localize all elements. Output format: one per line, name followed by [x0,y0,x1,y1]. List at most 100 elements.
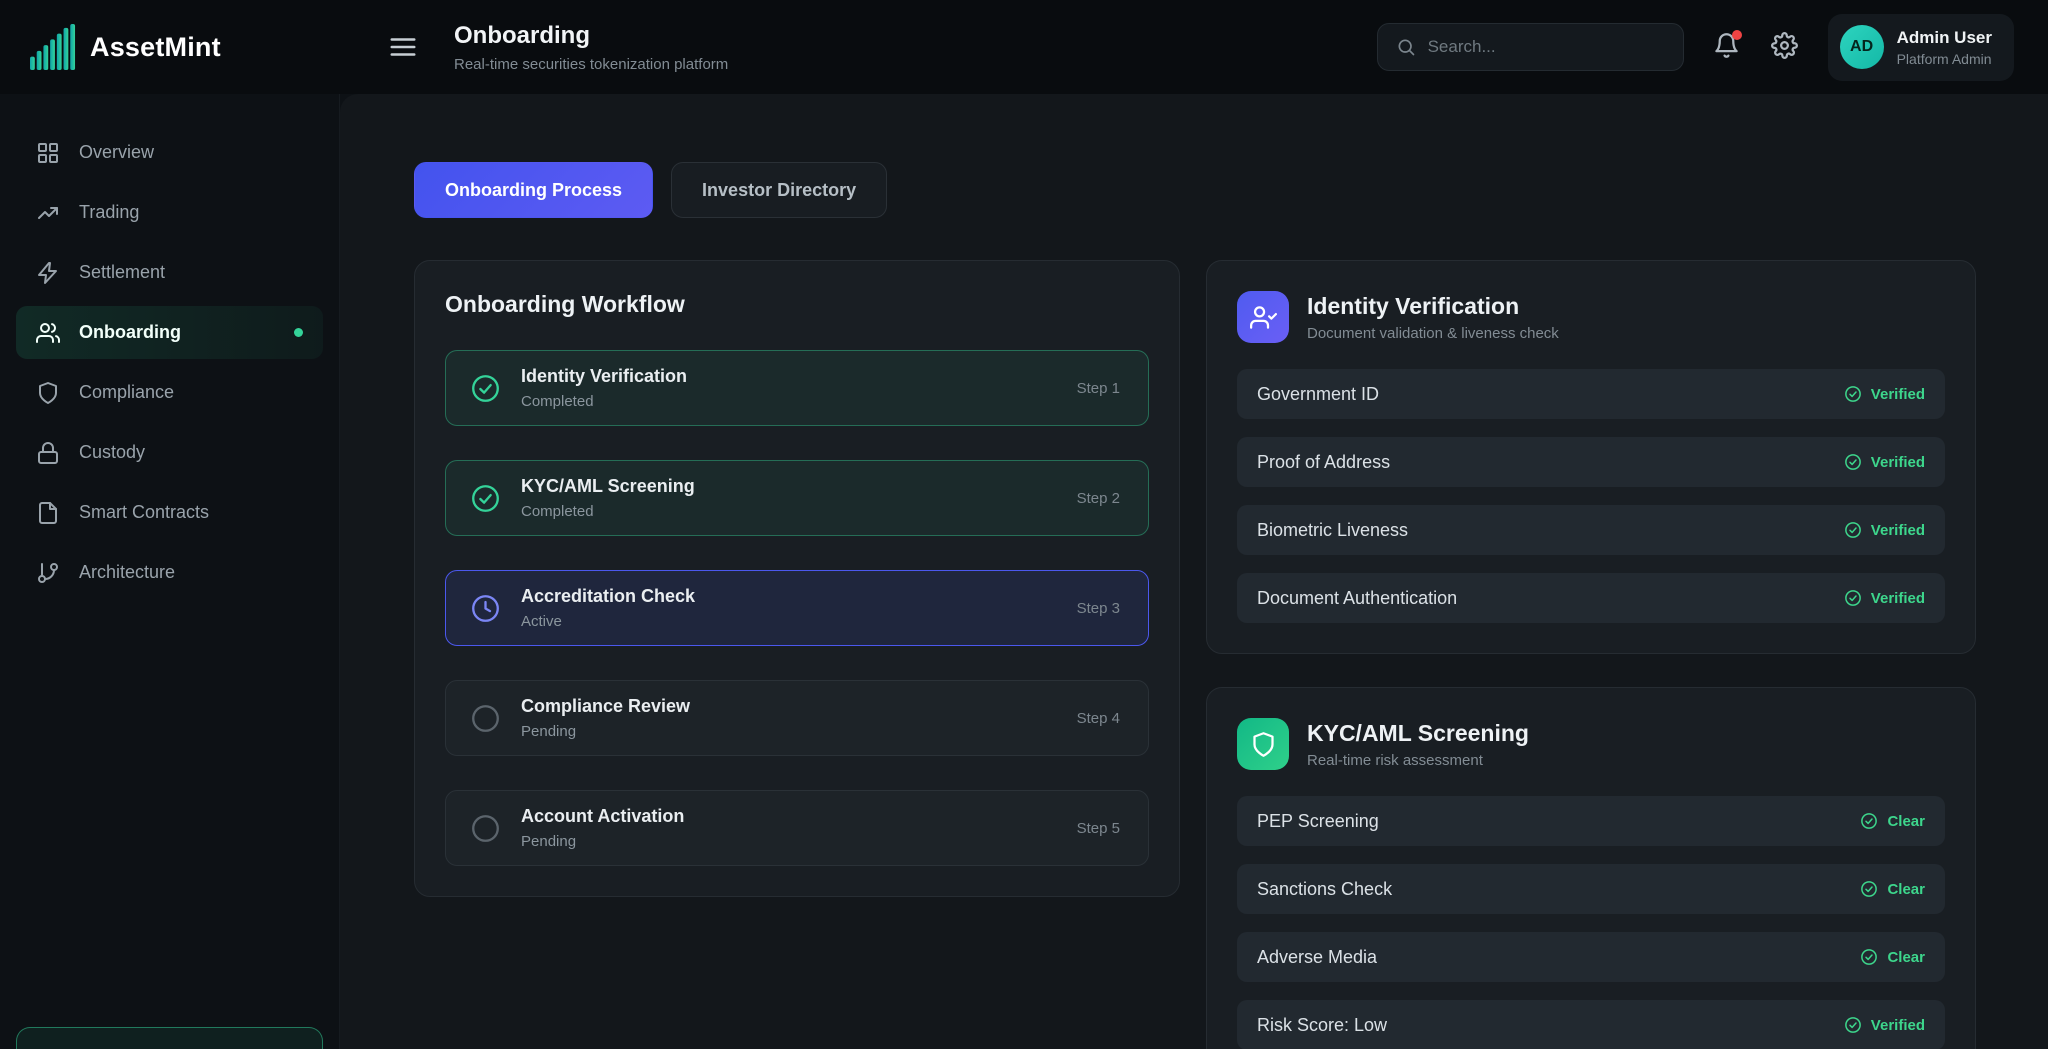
status-text: Clear [1887,813,1925,830]
sidebar-item-smart-contracts[interactable]: Smart Contracts [16,486,323,539]
notification-badge [1732,30,1742,40]
status-badge: Clear [1860,880,1925,898]
step-number: Step 3 [1077,600,1120,617]
step-number: Step 4 [1077,710,1120,727]
check-circle-icon [1844,521,1862,539]
step-texts: Identity Verification Completed [521,366,687,410]
verification-row-proof-of-address: Proof of Address Verified [1237,437,1945,487]
sidebar-item-label: Smart Contracts [79,502,209,523]
tab-investor-directory[interactable]: Investor Directory [671,162,887,218]
step-number: Step 5 [1077,820,1120,837]
step-status: Completed [521,393,687,410]
card-header-texts: KYC/AML Screening Real-time risk assessm… [1307,720,1529,769]
card-title: KYC/AML Screening [1307,720,1529,747]
sidebar-status-card [16,1027,323,1049]
user-check-icon [1237,291,1289,343]
step-texts: KYC/AML Screening Completed [521,476,695,520]
check-circle-icon [1844,385,1862,403]
brand: AssetMint [0,0,340,94]
check-circle-icon [1844,453,1862,471]
sidebar-item-onboarding[interactable]: Onboarding [16,306,323,359]
avatar: AD [1840,25,1884,69]
card-title: Identity Verification [1307,293,1559,320]
status-badge: Verified [1844,589,1925,607]
workflow-step-account-activation[interactable]: Account Activation Pending Step 5 [445,790,1149,866]
step-title: Identity Verification [521,366,687,387]
workflow-step-compliance-review[interactable]: Compliance Review Pending Step 4 [445,680,1149,756]
step-title: Account Activation [521,806,684,827]
card-header: KYC/AML Screening Real-time risk assessm… [1237,718,1945,770]
search-input[interactable] [1428,37,1665,57]
sidebar-item-architecture[interactable]: Architecture [16,546,323,599]
sidebar-item-trading[interactable]: Trading [16,186,323,239]
sidebar-item-overview[interactable]: Overview [16,126,323,179]
settings-button[interactable] [1770,32,1800,62]
sidebar-item-label: Compliance [79,382,174,403]
check-circle-icon [1844,589,1862,607]
verification-row-document-authentication: Document Authentication Verified [1237,573,1945,623]
sidebar-item-settlement[interactable]: Settlement [16,246,323,299]
screening-row-risk-score: Risk Score: Low Verified [1237,1000,1945,1049]
clock-icon [470,593,501,624]
user-name: Admin User [1897,28,1992,48]
status-text: Verified [1871,590,1925,607]
user-info: Admin User Platform Admin [1897,28,1992,67]
identity-verification-card: Identity Verification Document validatio… [1206,260,1976,654]
check-circle-icon [470,483,501,514]
check-circle-icon [1860,880,1878,898]
topbar-actions: AD Admin User Platform Admin [1377,14,2014,81]
screening-row-sanctions-check: Sanctions Check Clear [1237,864,1945,914]
row-label: Government ID [1257,384,1379,405]
notifications-button[interactable] [1712,32,1742,62]
workflow-step-kyc-aml-screening[interactable]: KYC/AML Screening Completed Step 2 [445,460,1149,536]
status-badge: Verified [1844,521,1925,539]
screening-row-adverse-media: Adverse Media Clear [1237,932,1945,982]
workflow-title: Onboarding Workflow [445,291,1149,318]
kyc-aml-screening-card: KYC/AML Screening Real-time risk assessm… [1206,687,1976,1049]
onboarding-workflow-card: Onboarding Workflow Identity Verificatio… [414,260,1180,897]
sidebar-item-compliance[interactable]: Compliance [16,366,323,419]
step-title: KYC/AML Screening [521,476,695,497]
assetmint-logo-icon [30,24,76,70]
right-column: Identity Verification Document validatio… [1206,260,1976,1049]
status-text: Verified [1871,454,1925,471]
status-badge: Verified [1844,385,1925,403]
tab-onboarding-process[interactable]: Onboarding Process [414,162,653,218]
row-label: Sanctions Check [1257,879,1392,900]
sidebar-item-label: Onboarding [79,322,181,343]
check-circle-icon [1844,1016,1862,1034]
workflow-step-identity-verification[interactable]: Identity Verification Completed Step 1 [445,350,1149,426]
step-number: Step 2 [1077,490,1120,507]
step-status: Pending [521,723,690,740]
step-texts: Compliance Review Pending [521,696,690,740]
content-columns: Onboarding Workflow Identity Verificatio… [414,260,1976,1049]
sidebar-item-label: Architecture [79,562,175,583]
workflow-step-accreditation-check[interactable]: Accreditation Check Active Step 3 [445,570,1149,646]
card-subtitle: Real-time risk assessment [1307,752,1529,769]
row-label: PEP Screening [1257,811,1379,832]
sidebar-item-custody[interactable]: Custody [16,426,323,479]
status-badge: Verified [1844,1016,1925,1034]
status-text: Clear [1887,949,1925,966]
step-title: Accreditation Check [521,586,695,607]
page-title: Onboarding [454,22,728,50]
brand-name: AssetMint [90,32,221,63]
step-title: Compliance Review [521,696,690,717]
card-header: Identity Verification Document validatio… [1237,291,1945,343]
active-indicator-dot [294,328,303,337]
trend-up-icon [36,201,60,225]
menu-toggle-button[interactable] [388,32,418,62]
step-status: Pending [521,833,684,850]
bolt-icon [36,261,60,285]
status-badge: Clear [1860,948,1925,966]
check-circle-icon [470,373,501,404]
step-number: Step 1 [1077,380,1120,397]
app-root: AssetMint Onboarding Real-time securitie… [0,0,2048,1049]
row-label: Document Authentication [1257,588,1457,609]
card-header-texts: Identity Verification Document validatio… [1307,293,1559,342]
status-text: Verified [1871,522,1925,539]
search-box[interactable] [1377,23,1684,71]
user-menu[interactable]: AD Admin User Platform Admin [1828,14,2014,81]
sidebar: Overview Trading Settlement Onboarding [0,94,340,1049]
shield-icon [36,381,60,405]
